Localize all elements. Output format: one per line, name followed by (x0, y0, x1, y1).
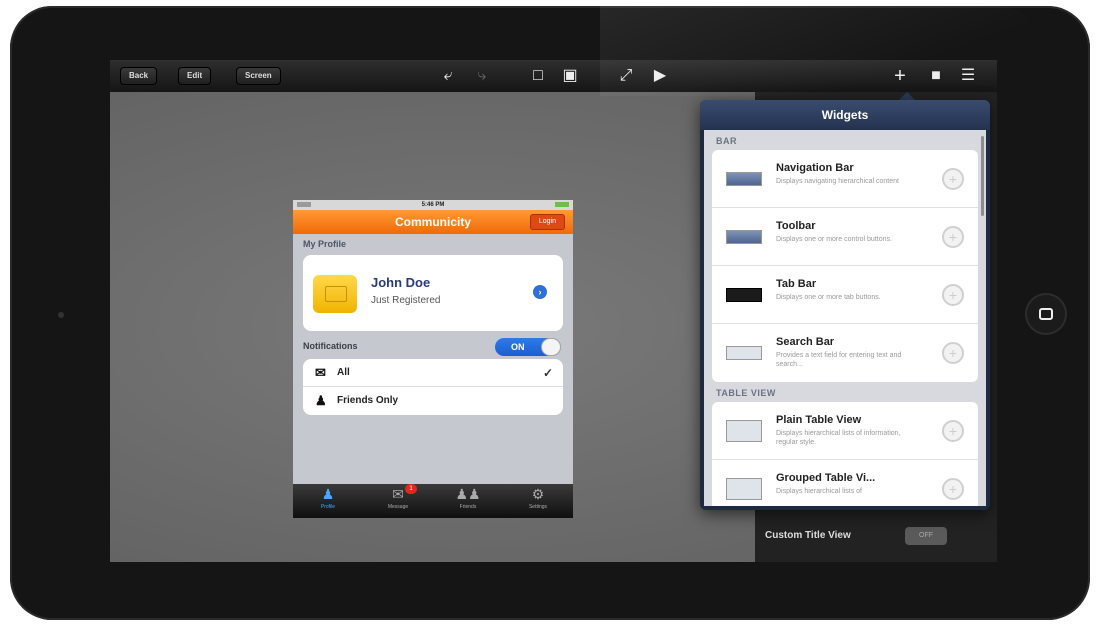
widget-grouped-table-view[interactable]: Grouped Table Vi... Displays hierarchica… (712, 460, 978, 506)
toggle-knob (541, 338, 561, 356)
widget-group-bar: Navigation Bar Displays navigating hiera… (712, 150, 978, 382)
profile-status: Just Registered (371, 295, 441, 306)
tab-label: Friends (459, 504, 477, 510)
login-button[interactable]: Login (529, 214, 565, 230)
widget-description: Displays hierarchical lists of (776, 488, 862, 495)
widget-group-table-view: Plain Table View Displays hierarchical l… (712, 402, 978, 506)
widget-description: Displays navigating hierarchical content (776, 178, 899, 185)
widget-name: Navigation Bar (776, 162, 854, 174)
tab-profile[interactable]: ♟ Profile (293, 484, 363, 518)
section-header-bar: BAR (716, 136, 737, 146)
person-icon: ♟ (321, 486, 335, 502)
section-my-profile: My Profile (303, 239, 347, 249)
edit-button[interactable]: Edit (178, 67, 212, 85)
tab-label: Message (387, 504, 409, 510)
add-widget-icon[interactable] (942, 226, 964, 248)
redo-icon[interactable]: ⤷ (472, 66, 492, 86)
tab-settings[interactable]: ⚙ Settings (503, 484, 573, 518)
expand-icon[interactable]: ⤢ (616, 66, 636, 86)
popover-title: Widgets (700, 100, 990, 130)
add-widget-icon[interactable] (942, 420, 964, 442)
play-icon[interactable]: ▶ (650, 66, 670, 86)
back-button[interactable]: Back (120, 67, 158, 85)
status-time: 5:46 PM (421, 202, 445, 208)
widget-name: Search Bar (776, 336, 835, 348)
undo-icon[interactable]: ⤶ (438, 66, 458, 86)
widget-name: Tab Bar (776, 278, 817, 290)
widget-description: Displays one or more tab buttons. (776, 294, 881, 301)
tab-label: Settings (528, 504, 548, 510)
widget-plain-table-view[interactable]: Plain Table View Displays hierarchical l… (712, 402, 978, 460)
tab-bar-thumbnail-icon (726, 288, 762, 302)
list-item-all[interactable]: ✉ All ✓ (303, 359, 563, 387)
custom-title-view-row: Custom Title View OFF (755, 522, 997, 552)
custom-title-view-switch[interactable]: OFF (905, 527, 947, 545)
widget-name: Plain Table View (776, 414, 862, 426)
widget-name: Toolbar (776, 220, 816, 232)
grouped-table-thumbnail-icon (726, 478, 762, 500)
disclosure-icon[interactable]: › (533, 285, 547, 299)
avatar (313, 275, 357, 313)
notification-options: ✉ All ✓ ♟ Friends Only (303, 359, 563, 415)
person-icon: ♟ (315, 393, 327, 408)
status-bar: 5:46 PM (293, 200, 573, 210)
iphone-preview[interactable]: 5:46 PM Communicity Login My Profile Joh… (293, 200, 573, 518)
list-item-label: All (337, 367, 350, 378)
section-header-table-view: TABLE VIEW (716, 388, 776, 398)
search-bar-thumbnail-icon (726, 346, 762, 360)
mail-icon: ✉ (392, 486, 404, 502)
screen-button[interactable]: Screen (236, 67, 281, 85)
gear-icon: ⚙ (531, 486, 545, 502)
phone-tabbar: ♟ Profile ✉ 1 Message ♟♟ Friends ⚙ Setti… (293, 484, 573, 518)
widgets-list[interactable]: BAR Navigation Bar Displays navigating h… (704, 130, 986, 506)
document-icon[interactable]: ■ (926, 66, 946, 86)
home-button-icon (1039, 308, 1053, 320)
phone-navbar: Communicity Login (293, 210, 573, 234)
tab-friends[interactable]: ♟♟ Friends (433, 484, 503, 518)
mail-icon: ✉ (315, 365, 326, 380)
toolbar-thumbnail-icon (726, 230, 762, 244)
message-badge: 1 (405, 484, 417, 494)
settings-icon[interactable]: ☰ (958, 66, 978, 86)
add-icon[interactable]: + (890, 66, 910, 86)
notifications-label: Notifications (303, 341, 358, 351)
home-button[interactable] (1025, 293, 1067, 335)
add-widget-icon[interactable] (942, 168, 964, 190)
widget-search-bar[interactable]: Search Bar Provides a text field for ent… (712, 324, 978, 382)
list-item-label: Friends Only (337, 395, 399, 406)
tab-label: Profile (320, 504, 336, 510)
add-widget-icon[interactable] (942, 342, 964, 364)
add-widget-icon[interactable] (942, 478, 964, 500)
battery-icon (555, 202, 569, 207)
tab-message[interactable]: ✉ 1 Message (363, 484, 433, 518)
signal-icon (297, 202, 311, 207)
navigation-bar-thumbnail-icon (726, 172, 762, 186)
notifications-row: Notifications ON (293, 335, 573, 357)
widget-description: Provides a text field for entering text … (776, 352, 902, 368)
people-icon: ♟♟ (455, 486, 481, 502)
custom-title-view-label: Custom Title View (765, 530, 851, 541)
notifications-toggle[interactable]: ON (495, 338, 561, 356)
list-item-friends-only[interactable]: ♟ Friends Only (303, 387, 563, 415)
scroll-indicator[interactable] (981, 136, 984, 216)
top-toolbar: Back Edit Screen ⤶ ⤷ □ ▣ ⤢ ▶ + ■ ☰ (110, 60, 997, 92)
widget-description: Displays one or more control buttons. (776, 236, 892, 243)
widget-tab-bar[interactable]: Tab Bar Displays one or more tab buttons… (712, 266, 978, 324)
widget-name: Grouped Table Vi... (776, 472, 876, 484)
profile-name: John Doe (371, 275, 431, 290)
plain-table-thumbnail-icon (726, 420, 762, 442)
frame-icon[interactable]: □ (528, 66, 548, 86)
checkmark-icon: ✓ (542, 366, 553, 380)
widget-toolbar[interactable]: Toolbar Displays one or more control but… (712, 208, 978, 266)
toggle-state: ON (511, 342, 525, 352)
app-screen: Back Edit Screen ⤶ ⤷ □ ▣ ⤢ ▶ + ■ ☰ 5:46 … (110, 60, 997, 562)
lock-icon[interactable]: ▣ (560, 66, 580, 86)
camera-dot (58, 312, 64, 318)
profile-card[interactable]: John Doe Just Registered › (303, 255, 563, 331)
widgets-popover: Widgets BAR Navigation Bar Displays navi… (700, 100, 990, 510)
widget-navigation-bar[interactable]: Navigation Bar Displays navigating hiera… (712, 150, 978, 208)
add-widget-icon[interactable] (942, 284, 964, 306)
widget-description: Displays hierarchical lists of informati… (776, 430, 901, 446)
